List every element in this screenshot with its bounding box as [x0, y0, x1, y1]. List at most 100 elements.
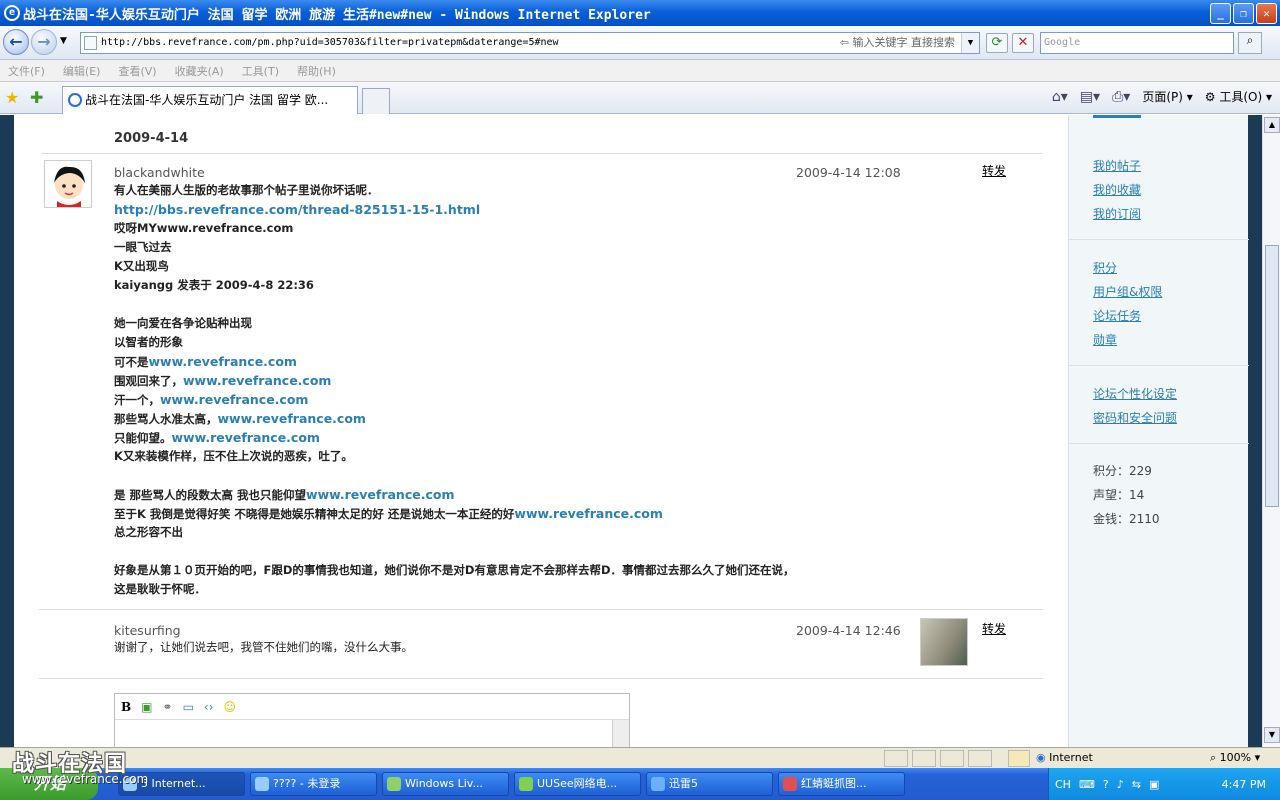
avatar[interactable] [920, 618, 968, 666]
message-time: 2009-4-14 12:08 [796, 165, 901, 180]
history-dropdown-icon[interactable]: ▼ [60, 36, 67, 46]
message-line: 谢谢了，让她们说去吧，我管不住她们的嘴，没什么大事。 [114, 638, 413, 657]
sidebar-link[interactable]: 用户组&权限 [1093, 280, 1162, 304]
watermark-url: www.revefrance.com [22, 772, 149, 786]
page: 2009-4-14 blackandwhite 2009-4-14 12:08 … [14, 115, 1249, 747]
message-line: 是 那些骂人的段数太高 我也只能仰望www.revefrance.com [114, 485, 795, 504]
zoom-level[interactable]: ⌕ 100% ▾ [1210, 751, 1260, 765]
volume-icon[interactable]: ♪ [1117, 778, 1124, 791]
sidebar-link[interactable]: 积分 [1093, 256, 1162, 280]
sidebar-top-link-underline [1093, 115, 1141, 118]
menu-tools[interactable]: 工具(T) [242, 63, 279, 79]
message-link[interactable]: www.revefrance.com [149, 354, 297, 369]
help-icon[interactable]: ? [1103, 778, 1109, 791]
message-text: 一眼飞过去 [114, 240, 172, 254]
menu-help[interactable]: 帮助(H) [297, 63, 336, 79]
minimize-button[interactable]: _ [1210, 3, 1231, 24]
search-button[interactable]: ⌕ [1238, 32, 1262, 54]
menu-view[interactable]: 查看(V) [118, 63, 156, 79]
stop-button[interactable]: ✕ [1012, 33, 1034, 53]
menu-favorites[interactable]: 收藏夹(A) [175, 63, 224, 79]
message-line: K又来装模作样，压不住上次说的恶疾，吐了。 [114, 447, 795, 466]
tab-current[interactable]: 战斗在法国-华人娱乐互动门户 法国 留学 欧... [62, 86, 358, 114]
scroll-up-button[interactable]: ▲ [1264, 117, 1280, 133]
protected-mode-icon[interactable] [1008, 750, 1030, 767]
forward-link[interactable]: 转发 [982, 162, 1006, 179]
message-line: 哎呀MYwww.revefrance.com [114, 219, 795, 238]
taskbar-item[interactable]: 迅雷5 [646, 772, 773, 796]
message-text: 汗一个， [114, 393, 160, 407]
sidebar-link[interactable]: 我的收藏 [1093, 178, 1141, 202]
sidebar-link[interactable]: 我的帖子 [1093, 154, 1141, 178]
clock[interactable]: 4:47 PM [1222, 778, 1266, 791]
message-username[interactable]: kitesurfing [114, 623, 181, 638]
feeds-icon[interactable]: ▤▾ [1080, 89, 1100, 105]
address-field[interactable]: http://bbs.revefrance.com/pm.php?uid=305… [80, 32, 980, 54]
address-dropdown-icon[interactable]: ▼ [961, 33, 979, 53]
search-input[interactable]: Google [1040, 32, 1234, 54]
editor-scrollbar[interactable] [612, 720, 629, 747]
sidebar-link[interactable]: 论坛个性化设定 [1093, 382, 1177, 406]
message-link[interactable]: www.revefrance.com [514, 506, 662, 521]
add-favorite-icon[interactable]: ✚ [30, 88, 43, 107]
scroll-thumb[interactable] [1265, 245, 1279, 507]
keyboard-icon[interactable]: ⌨ [1079, 778, 1095, 791]
menu-file[interactable]: 文件(F) [8, 63, 45, 79]
sidebar-user-stats: 积分：229 声望：14 金钱：2110 [1093, 459, 1160, 531]
print-icon[interactable]: ⎙▾ [1112, 89, 1130, 105]
image-icon[interactable]: ▣ [141, 700, 152, 714]
link-icon[interactable]: ⚭ [163, 700, 173, 714]
taskbar-item[interactable]: Windows Liv... [382, 772, 509, 796]
home-icon[interactable]: ⌂▾ [1052, 89, 1068, 105]
message-text: 这是耿耿于怀呢． [114, 582, 206, 596]
taskbar-item[interactable]: 红蜻蜓抓图... [778, 772, 905, 796]
quote-icon[interactable]: ▭ [183, 700, 194, 714]
message-link[interactable]: http://bbs.revefrance.com/thread-825151-… [114, 202, 480, 217]
taskbar-item[interactable]: ???? - 未登录 [250, 772, 377, 796]
window-title: 战斗在法国-华人娱乐互动门户 法国 留学 欧洲 旅游 生活#new#new - … [23, 7, 651, 23]
message-text: 是 那些骂人的段数太高 我也只能仰望 [114, 488, 307, 502]
refresh-button[interactable]: ⟳ [986, 33, 1008, 53]
message-link[interactable]: www.revefrance.com [183, 373, 331, 388]
reply-editor[interactable]: B ▣ ⚭ ▭ ‹› ☺ [114, 693, 630, 747]
new-tab-button[interactable] [362, 88, 390, 114]
message-link[interactable]: www.revefrance.com [218, 411, 366, 426]
bold-button[interactable]: B [121, 700, 131, 714]
language-indicator[interactable]: CH [1055, 778, 1071, 791]
smiley-icon[interactable]: ☺ [224, 700, 237, 714]
taskbar-item[interactable]: UUSee网络电... [514, 772, 641, 796]
message-link[interactable]: www.revefrance.com [172, 430, 320, 445]
page-scrollbar[interactable]: ▲ ▼ [1262, 115, 1280, 747]
message-link[interactable]: www.revefrance.com [306, 487, 454, 502]
tools-menu[interactable]: ⚙ 工具(O) ▾ [1205, 88, 1272, 105]
zoom-label: 100% [1219, 751, 1252, 764]
sidebar-stat: 声望：14 [1093, 488, 1145, 502]
forward-button[interactable]: → [31, 29, 57, 55]
sidebar-divider [1069, 443, 1249, 444]
sidebar-group-settings: 论坛个性化设定 密码和安全问题 [1093, 382, 1177, 430]
camera-icon[interactable]: ▣ [1149, 778, 1159, 791]
sidebar-link[interactable]: 我的订阅 [1093, 202, 1141, 226]
message-text: 可不是 [114, 355, 149, 369]
sidebar-link[interactable]: 密码和安全问题 [1093, 406, 1177, 430]
back-button[interactable]: ← [3, 29, 29, 55]
maximize-button[interactable]: ❐ [1233, 3, 1254, 24]
network-icon[interactable]: ⇆ [1132, 778, 1141, 791]
sidebar-divider [1069, 239, 1249, 240]
code-icon[interactable]: ‹› [204, 700, 214, 714]
message-username[interactable]: blackandwhite [114, 165, 205, 180]
page-menu[interactable]: 页面(P) ▾ [1142, 88, 1192, 105]
menu-bar: 文件(F) 编辑(E) 查看(V) 收藏夹(A) 工具(T) 帮助(H) [0, 60, 1280, 82]
close-window-button[interactable]: ✕ [1256, 3, 1277, 24]
menu-edit[interactable]: 编辑(E) [63, 63, 101, 79]
message-text: kaiyangg 发表于 2009-4-8 22:36 [114, 278, 314, 292]
sidebar-link[interactable]: 论坛任务 [1093, 304, 1162, 328]
sidebar-link[interactable]: 勋章 [1093, 328, 1162, 352]
message-text: 只能仰望。 [114, 431, 172, 445]
security-zone[interactable]: ◉ Internet [1036, 751, 1093, 764]
message-link[interactable]: www.revefrance.com [160, 392, 308, 407]
favorites-star-icon[interactable]: ★ [5, 88, 19, 107]
scroll-down-button[interactable]: ▼ [1264, 727, 1280, 743]
avatar[interactable] [44, 160, 92, 208]
forward-link[interactable]: 转发 [982, 620, 1006, 637]
